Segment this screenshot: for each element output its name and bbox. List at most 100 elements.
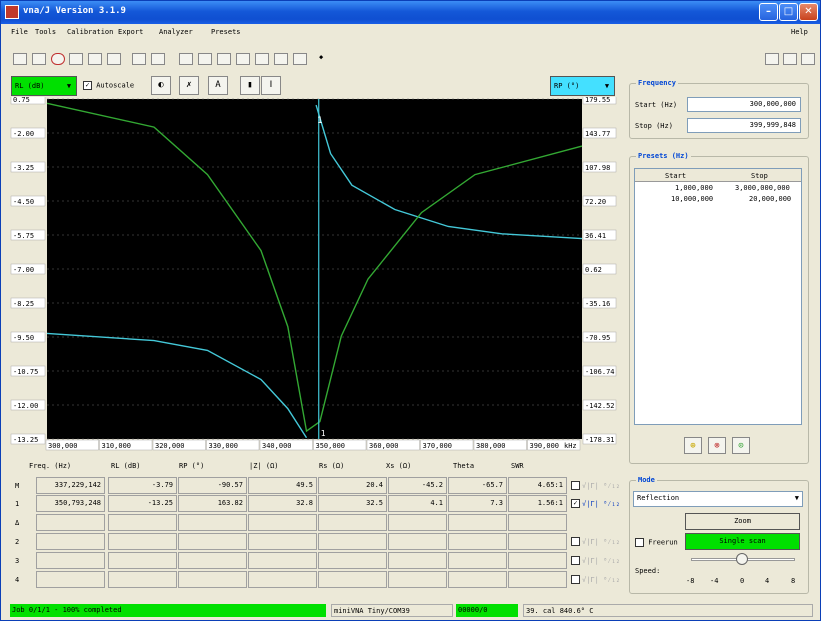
marker-cell	[388, 514, 447, 531]
pdf-icon[interactable]	[217, 53, 231, 65]
pulse-icon[interactable]	[107, 53, 121, 65]
preset-row[interactable]: 10,000,000 20,000,000	[635, 193, 801, 204]
delete-preset-icon[interactable]: ⊗	[708, 437, 726, 454]
zoom-button[interactable]: Zoom	[685, 513, 800, 530]
bars-icon[interactable]	[765, 53, 779, 65]
marker-smith-toggle[interactable]: ✓ √|Γ| ⁰⁄₁₂	[571, 499, 620, 509]
marker-row-label: Δ	[15, 519, 20, 527]
y-right-tick-label: 179.55	[585, 97, 610, 104]
marker-cell: -65.7	[448, 477, 507, 494]
x-tick-label: 330,000	[209, 442, 239, 450]
marker-smith-toggle[interactable]: √|Γ| ⁰⁄₁₂	[571, 556, 620, 566]
marker-header-4: Rs (Ω)	[319, 462, 345, 470]
presets-header: Start Stop	[635, 169, 801, 182]
marker-icon[interactable]: ✗	[179, 76, 199, 95]
smith-icon[interactable]: ◐	[151, 76, 171, 95]
marker-cell	[248, 571, 317, 588]
presets-table[interactable]: Start Stop 1,000,000 3,000,000,000 10,00…	[634, 168, 802, 425]
thermometer-icon[interactable]: ǀ	[261, 76, 281, 95]
device-status: miniVNA Tiny/COM39	[331, 604, 453, 617]
marker-cell	[108, 533, 177, 550]
add-preset-icon[interactable]: ⊕	[684, 437, 702, 454]
antenna-icon[interactable]	[32, 53, 46, 65]
settings-icon[interactable]	[801, 53, 815, 65]
start-label: Start (Hz)	[635, 101, 678, 109]
marker-cell	[318, 552, 387, 569]
y-left-tick-label: -5.75	[13, 232, 34, 240]
marker-cell	[448, 533, 507, 550]
print-icon[interactable]	[198, 53, 212, 65]
auto-icon[interactable]: A	[208, 76, 228, 95]
chart-area[interactable]: 0.75 -2.00 -3.25 -4.50 -5.75 -7.00 -8.25 -9.50 -…	[10, 97, 617, 453]
tools-icon[interactable]	[783, 53, 797, 65]
battery-icon[interactable]: ▮	[240, 76, 260, 95]
marker-cell	[108, 514, 177, 531]
marker-smith-toggle[interactable]: √|Γ| ⁰⁄₁₂	[571, 537, 620, 547]
y-left-tick-label: -12.00	[13, 402, 38, 410]
csv-icon[interactable]	[274, 53, 288, 65]
close-button[interactable]: ✕	[799, 3, 818, 21]
presets-title: Presets (Hz)	[636, 152, 691, 160]
marker-header-5: Xs (Ω)	[386, 462, 412, 470]
marker-smith-toggle[interactable]: √|Γ| ⁰⁄₁₂	[571, 575, 620, 585]
marker-cell: 4.1	[388, 495, 447, 512]
speed-tick: 4	[765, 577, 770, 585]
network-icon[interactable]	[88, 53, 102, 65]
scan-icon[interactable]	[13, 53, 27, 65]
marker-row-label: 4	[15, 576, 20, 584]
x-tick-label: 340,000	[262, 442, 292, 450]
menu-tools[interactable]: Tools	[35, 28, 56, 36]
preset-row[interactable]: 1,000,000 3,000,000,000	[635, 182, 801, 193]
mode-title: Mode	[636, 476, 657, 484]
freerun-checkbox[interactable]: Freerun	[635, 538, 678, 547]
start-frequency-input[interactable]: 300,000,000	[687, 97, 801, 112]
maximize-button[interactable]: □	[779, 3, 798, 21]
y-left-tick-label: -13.25	[13, 436, 38, 444]
power-icon[interactable]	[51, 53, 65, 65]
marker-cell	[248, 533, 317, 550]
marker-cell	[36, 533, 105, 550]
x-tick-label: 390,000	[530, 442, 560, 450]
left-trace-select[interactable]: RL (dB) ▼	[11, 76, 77, 96]
menu-presets[interactable]: Presets	[211, 28, 241, 36]
menu-help[interactable]: Help	[791, 28, 808, 36]
marker-cell	[178, 514, 247, 531]
marker-cell	[508, 571, 567, 588]
marker-row-label: M	[15, 482, 20, 490]
graph-icon[interactable]	[179, 53, 193, 65]
marker-cell	[508, 514, 567, 531]
speed-slider-thumb[interactable]	[736, 553, 748, 565]
marker-header-3: |Z| (Ω)	[249, 462, 279, 470]
marker-cell	[318, 514, 387, 531]
marker-smith-toggle[interactable]: √|Γ| ⁰⁄₁₂	[571, 481, 620, 491]
eraser-icon[interactable]: ◆	[319, 53, 333, 65]
mode-select[interactable]: Reflection ▼	[633, 491, 803, 507]
minimize-button[interactable]: –	[759, 3, 778, 21]
menu-bar: File Tools Calibration Export Analyzer P…	[1, 24, 820, 41]
marker-cell: 163.82	[178, 495, 247, 512]
export-icon[interactable]	[69, 53, 83, 65]
y-left-tick-label: -7.00	[13, 266, 34, 274]
excel-icon[interactable]	[255, 53, 269, 65]
marker-cell: 20.4	[318, 477, 387, 494]
cal-load-icon[interactable]	[151, 53, 165, 65]
title-bar: vna/J Version 3.1.9 – □ ✕	[1, 1, 820, 24]
marker-header-2: RP (°)	[179, 462, 205, 470]
chart-export-icon[interactable]	[293, 53, 307, 65]
load-preset-icon[interactable]: ⊙	[732, 437, 750, 454]
code-status: 00000/0	[456, 604, 518, 617]
autoscale-checkbox[interactable]: ✓ Autoscale	[83, 81, 134, 90]
cal-icon[interactable]	[132, 53, 146, 65]
right-trace-select[interactable]: RP (°) ▼	[550, 76, 615, 96]
image-icon[interactable]	[236, 53, 250, 65]
marker-cell	[248, 514, 317, 531]
menu-export[interactable]: Export	[118, 28, 143, 36]
stop-frequency-input[interactable]: 399,999,848	[687, 118, 801, 133]
marker-cell: 337,229,142	[36, 477, 105, 494]
y-left-tick-label: -8.25	[13, 300, 34, 308]
menu-analyzer[interactable]: Analyzer	[159, 28, 193, 36]
menu-calibration[interactable]: Calibration	[67, 28, 113, 36]
single-scan-button[interactable]: Single scan	[685, 533, 800, 550]
menu-file[interactable]: File	[11, 28, 28, 36]
marker-cell	[248, 552, 317, 569]
